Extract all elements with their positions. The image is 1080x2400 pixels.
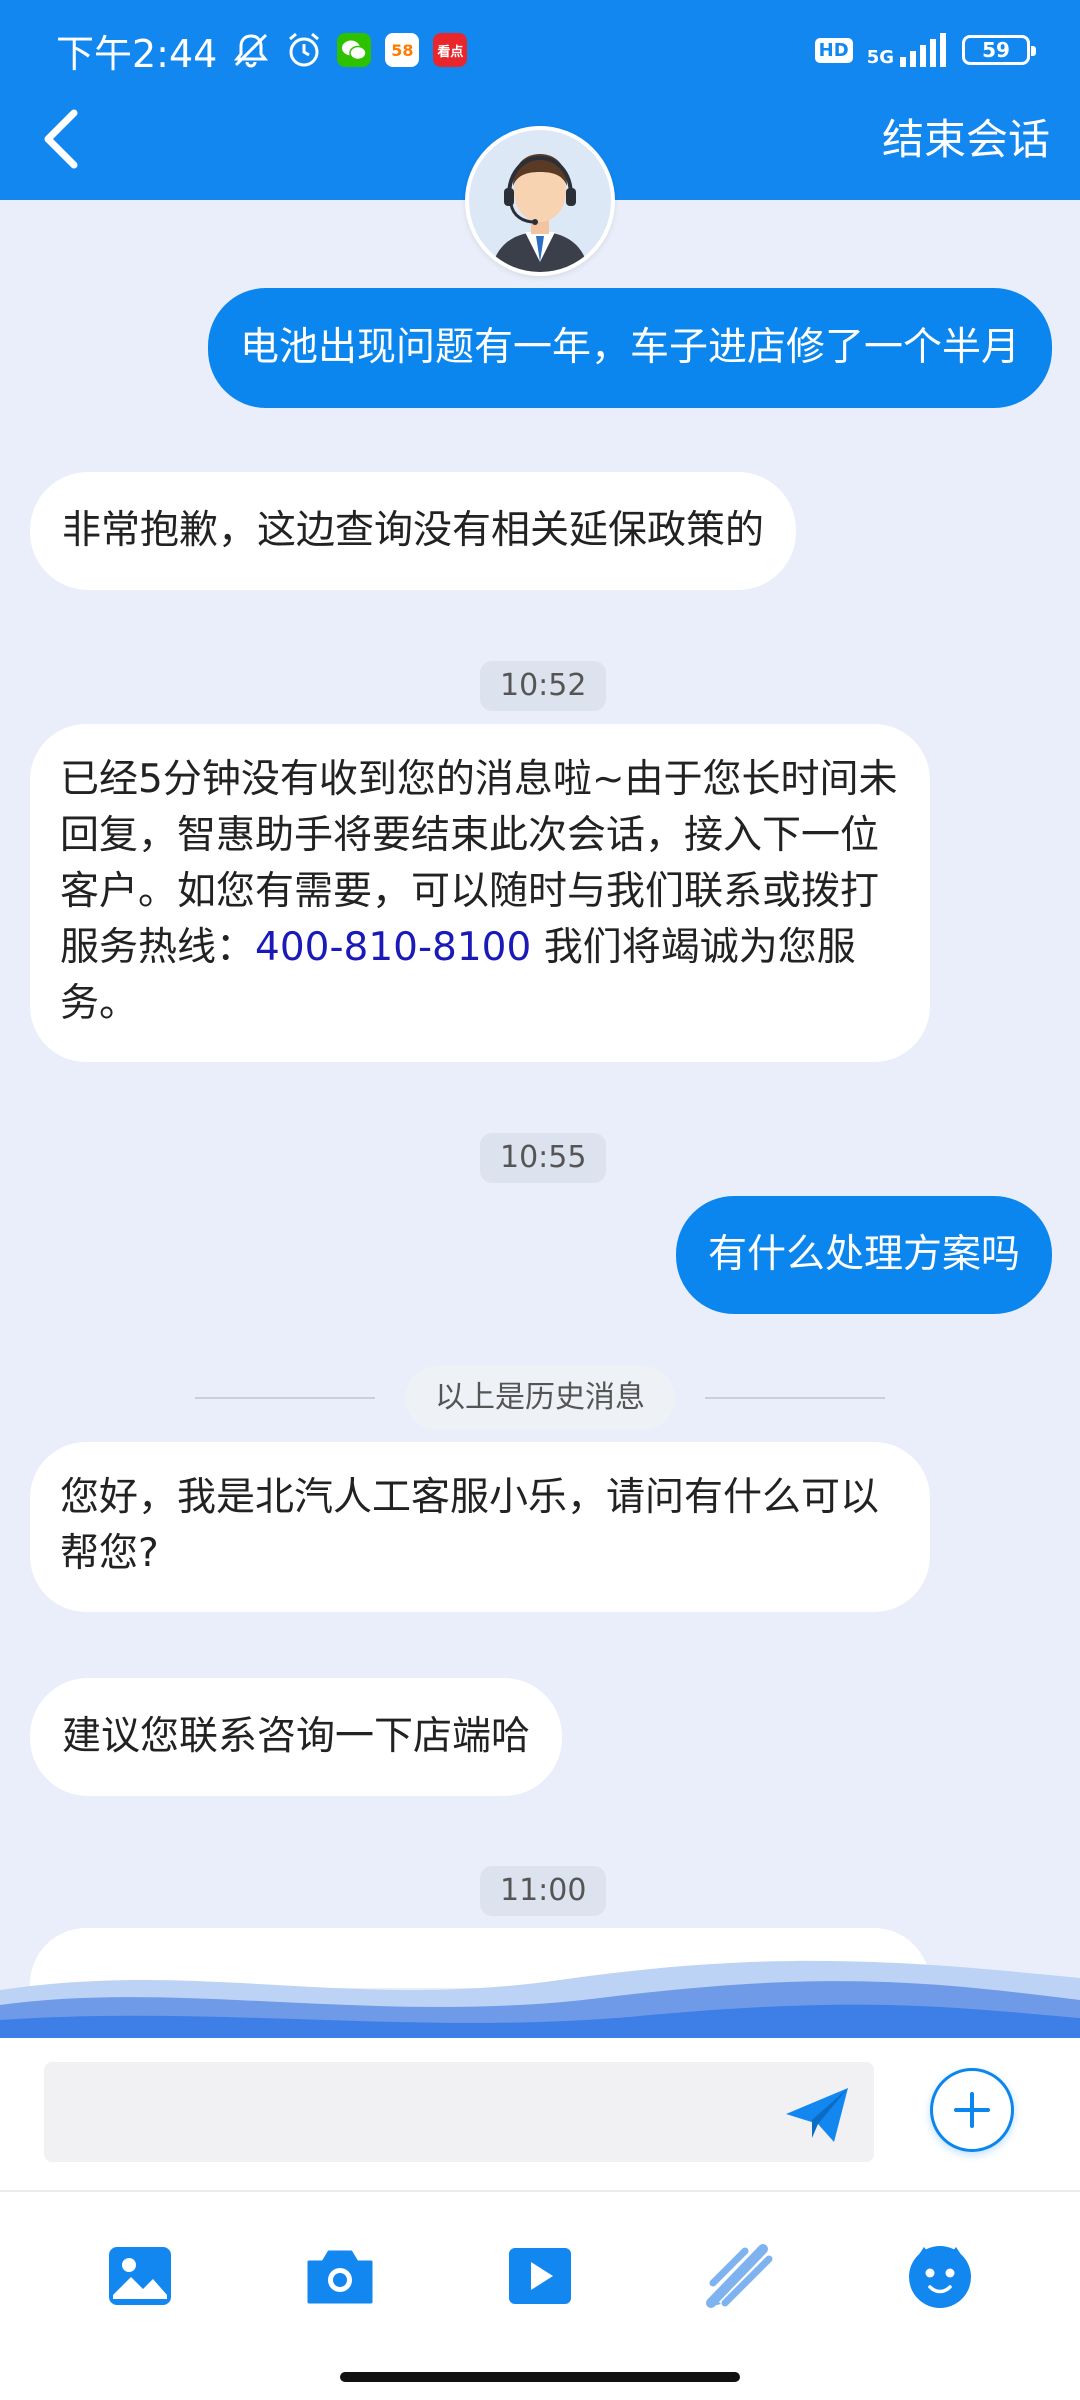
message-text: 建议您联系咨询一下店端哈 xyxy=(62,1714,531,1759)
signal-icon xyxy=(900,33,946,67)
message-bot-1: 非常抱歉，这边查询没有相关延保政策的 xyxy=(30,472,797,590)
wave-decoration xyxy=(0,1960,1080,2040)
image-button[interactable] xyxy=(100,2236,180,2316)
divider-line xyxy=(195,1397,375,1399)
send-button[interactable] xyxy=(784,2084,850,2146)
toolbar xyxy=(0,2190,1080,2360)
history-label: 以上是历史消息 xyxy=(405,1366,675,1430)
message-text: 非常抱歉，这边查询没有相关延保政策的 xyxy=(62,508,765,553)
agent-avatar xyxy=(465,126,615,276)
hd-badge: HD xyxy=(814,37,853,63)
camera-icon xyxy=(307,2250,373,2304)
timestamp: 10:55 xyxy=(480,1133,607,1183)
message-input[interactable] xyxy=(44,2062,874,2162)
emoji-icon xyxy=(909,2246,971,2308)
end-chat-button[interactable]: 结束会话 xyxy=(882,108,1050,172)
image-icon xyxy=(109,2247,171,2305)
camera-button[interactable] xyxy=(300,2236,380,2316)
brush-icon xyxy=(706,2244,773,2308)
status-bar: 下午2:44 58 看点 HD 5G 59 xyxy=(0,0,1080,100)
message-text: 电池出现问题有一年，车子进店修了一个半月 xyxy=(239,325,1020,370)
emoji-button[interactable] xyxy=(900,2236,980,2316)
video-icon xyxy=(509,2248,571,2304)
phone-link[interactable]: 400-810-8100 xyxy=(255,925,531,970)
timestamp: 11:00 xyxy=(480,1866,607,1916)
58-app-icon: 58 xyxy=(385,33,420,67)
notifications-off-icon xyxy=(231,30,271,70)
wechat-app-icon xyxy=(337,33,372,67)
input-bar xyxy=(0,2038,1080,2190)
send-icon xyxy=(786,2088,848,2142)
message-user-1: 电池出现问题有一年，车子进店修了一个半月 xyxy=(207,288,1052,408)
alarm-icon xyxy=(285,31,323,69)
news-app-icon: 看点 xyxy=(433,33,468,67)
timestamp: 10:52 xyxy=(480,661,607,711)
status-left: 下午2:44 58 看点 xyxy=(56,23,468,78)
brush-button[interactable] xyxy=(700,2236,780,2316)
message-bot-2: 已经5分钟没有收到您的消息啦~由于您长时间未回复，智惠助手将要结束此次会话，接入… xyxy=(30,724,930,1062)
video-button[interactable] xyxy=(500,2236,580,2316)
home-indicator[interactable] xyxy=(340,2372,740,2382)
message-text: 您好，我是北汽人工客服小乐，请问有什么可以帮您? xyxy=(60,1475,880,1576)
message-user-2: 有什么处理方案吗 xyxy=(675,1196,1052,1314)
divider-line xyxy=(705,1397,885,1399)
network-indicator: 5G xyxy=(867,33,948,67)
message-bot-4: 建议您联系咨询一下店端哈 xyxy=(30,1678,563,1796)
battery-indicator: 59 xyxy=(962,35,1036,65)
history-divider: 以上是历史消息 xyxy=(195,1366,885,1430)
status-right: HD 5G 59 xyxy=(814,33,1036,67)
message-bot-3: 您好，我是北汽人工客服小乐，请问有什么可以帮您? xyxy=(30,1442,930,1612)
status-time: 下午2:44 xyxy=(56,31,218,76)
back-button[interactable] xyxy=(30,98,90,180)
network-label: 5G xyxy=(866,47,894,68)
chevron-left-icon xyxy=(44,109,78,169)
plus-icon xyxy=(954,2092,990,2128)
message-text: 有什么处理方案吗 xyxy=(707,1232,1020,1277)
add-button[interactable] xyxy=(930,2068,1014,2152)
